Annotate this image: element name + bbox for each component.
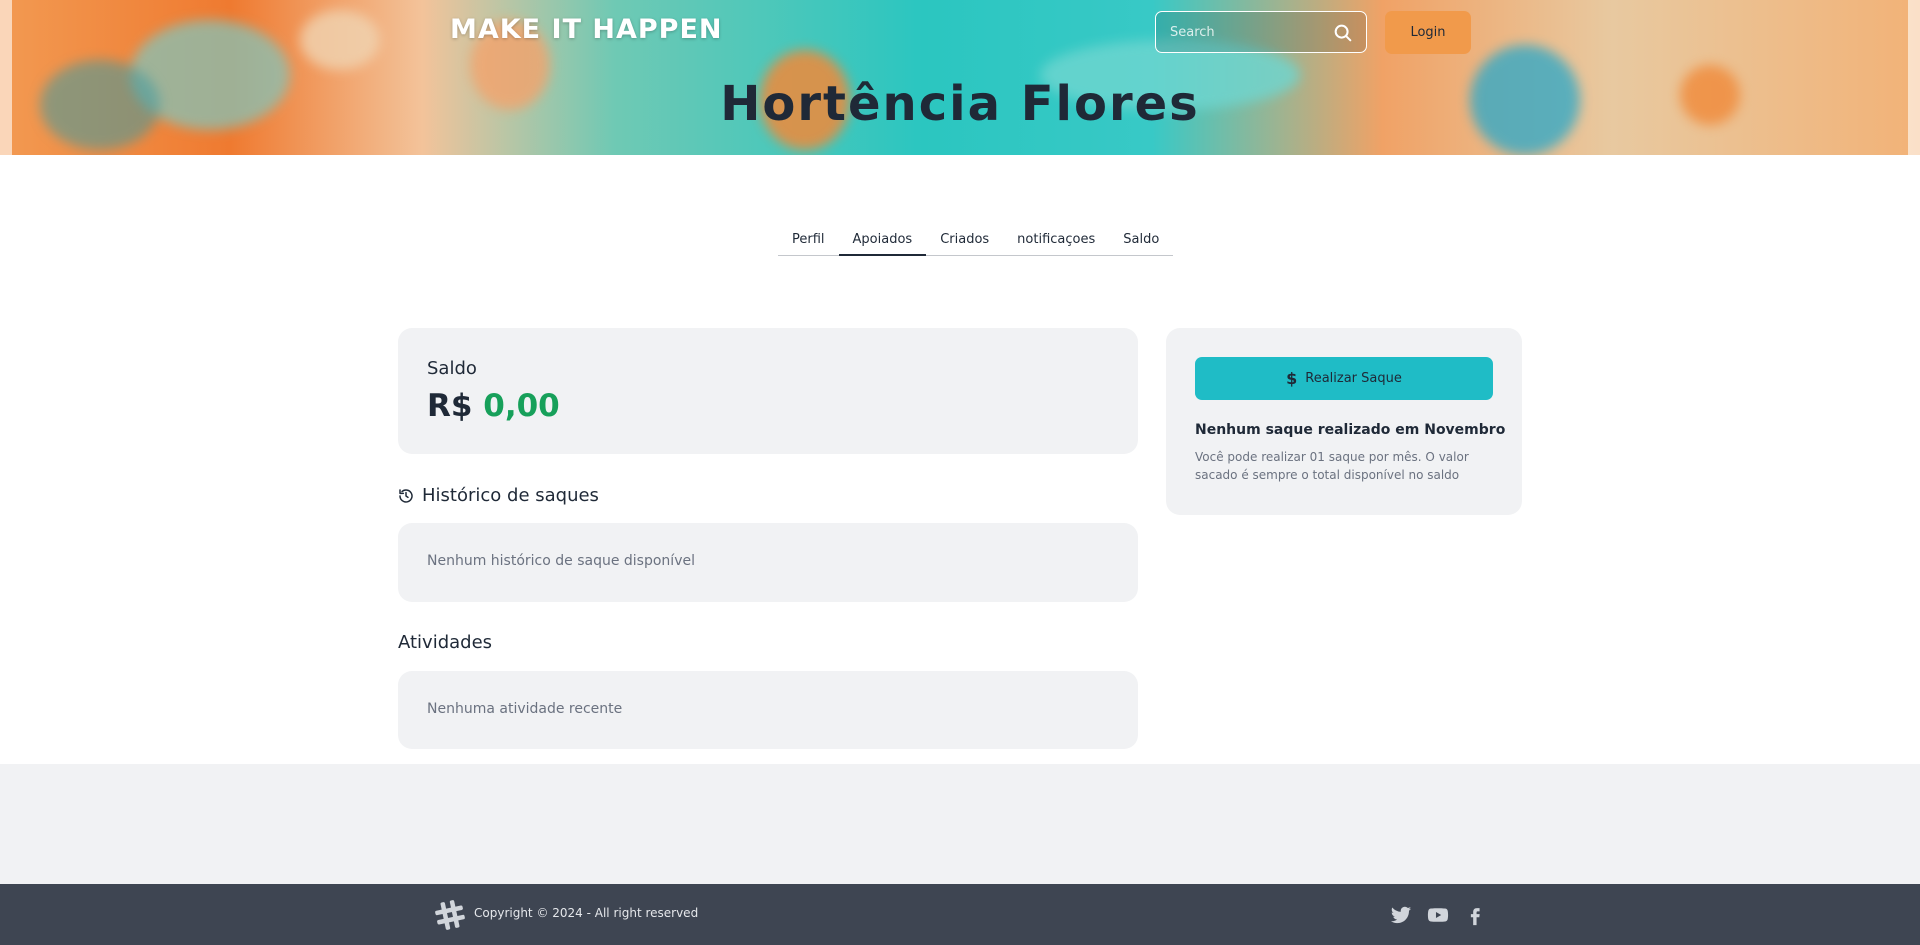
withdraw-headline: Nenhum saque realizado em Novembro — [1195, 422, 1506, 438]
activities-empty-text: Nenhuma atividade recente — [427, 701, 623, 717]
withdraw-description: Você pode realizar 01 saque por mês. O v… — [1195, 450, 1469, 482]
copyright-text: Copyright © 2024 - All right reserved — [474, 906, 699, 920]
history-card: Nenhum histórico de saque disponível — [398, 523, 1138, 602]
tab-perfil[interactable]: Perfil — [778, 226, 839, 256]
hashtag-logo-icon — [435, 900, 465, 930]
youtube-icon[interactable] — [1427, 904, 1449, 926]
withdraw-card: $ Realizar Saque Nenhum saque realizado … — [1166, 328, 1522, 515]
balance-currency: R$ — [427, 388, 473, 424]
balance-label: Saldo — [427, 358, 477, 379]
login-button[interactable]: Login — [1385, 11, 1471, 54]
footer-spacer — [0, 764, 1920, 884]
balance-amount: R$ 0,00 — [427, 388, 560, 424]
hero-illustration — [300, 10, 380, 70]
dollar-icon: $ — [1286, 369, 1298, 388]
tab-apoiados[interactable]: Apoiados — [838, 226, 927, 256]
balance-value: 0,00 — [483, 388, 560, 424]
history-icon — [399, 488, 413, 503]
footer: Copyright © 2024 - All right reserved — [0, 884, 1920, 945]
brand-logo[interactable]: MAKE IT HAPPEN — [450, 14, 723, 45]
search-input[interactable] — [1170, 22, 1320, 42]
twitter-icon[interactable] — [1390, 904, 1412, 926]
withdraw-button-label: Realizar Saque — [1305, 371, 1402, 386]
search-icon[interactable] — [1332, 22, 1354, 44]
tab-saldo[interactable]: Saldo — [1109, 226, 1173, 256]
hero-banner: MAKE IT HAPPEN Login Hortência Flores — [0, 0, 1920, 155]
profile-name: Hortência Flores — [720, 76, 1200, 132]
history-empty-text: Nenhum histórico de saque disponível — [427, 553, 695, 569]
withdraw-button[interactable]: $ Realizar Saque — [1195, 357, 1493, 400]
search-box[interactable] — [1155, 11, 1367, 53]
tab-criados[interactable]: Criados — [926, 226, 1003, 256]
activities-card: Nenhuma atividade recente — [398, 671, 1138, 749]
tab-notificacoes[interactable]: notificaçoes — [1003, 226, 1109, 256]
history-heading: Histórico de saques — [398, 485, 599, 506]
facebook-icon[interactable] — [1464, 904, 1486, 926]
profile-tabs: Perfil Apoiados Criados notificaçoes Sal… — [778, 226, 1174, 256]
balance-card: Saldo R$ 0,00 — [398, 328, 1138, 454]
activities-heading: Atividades — [398, 632, 493, 653]
history-title: Histórico de saques — [422, 485, 599, 506]
